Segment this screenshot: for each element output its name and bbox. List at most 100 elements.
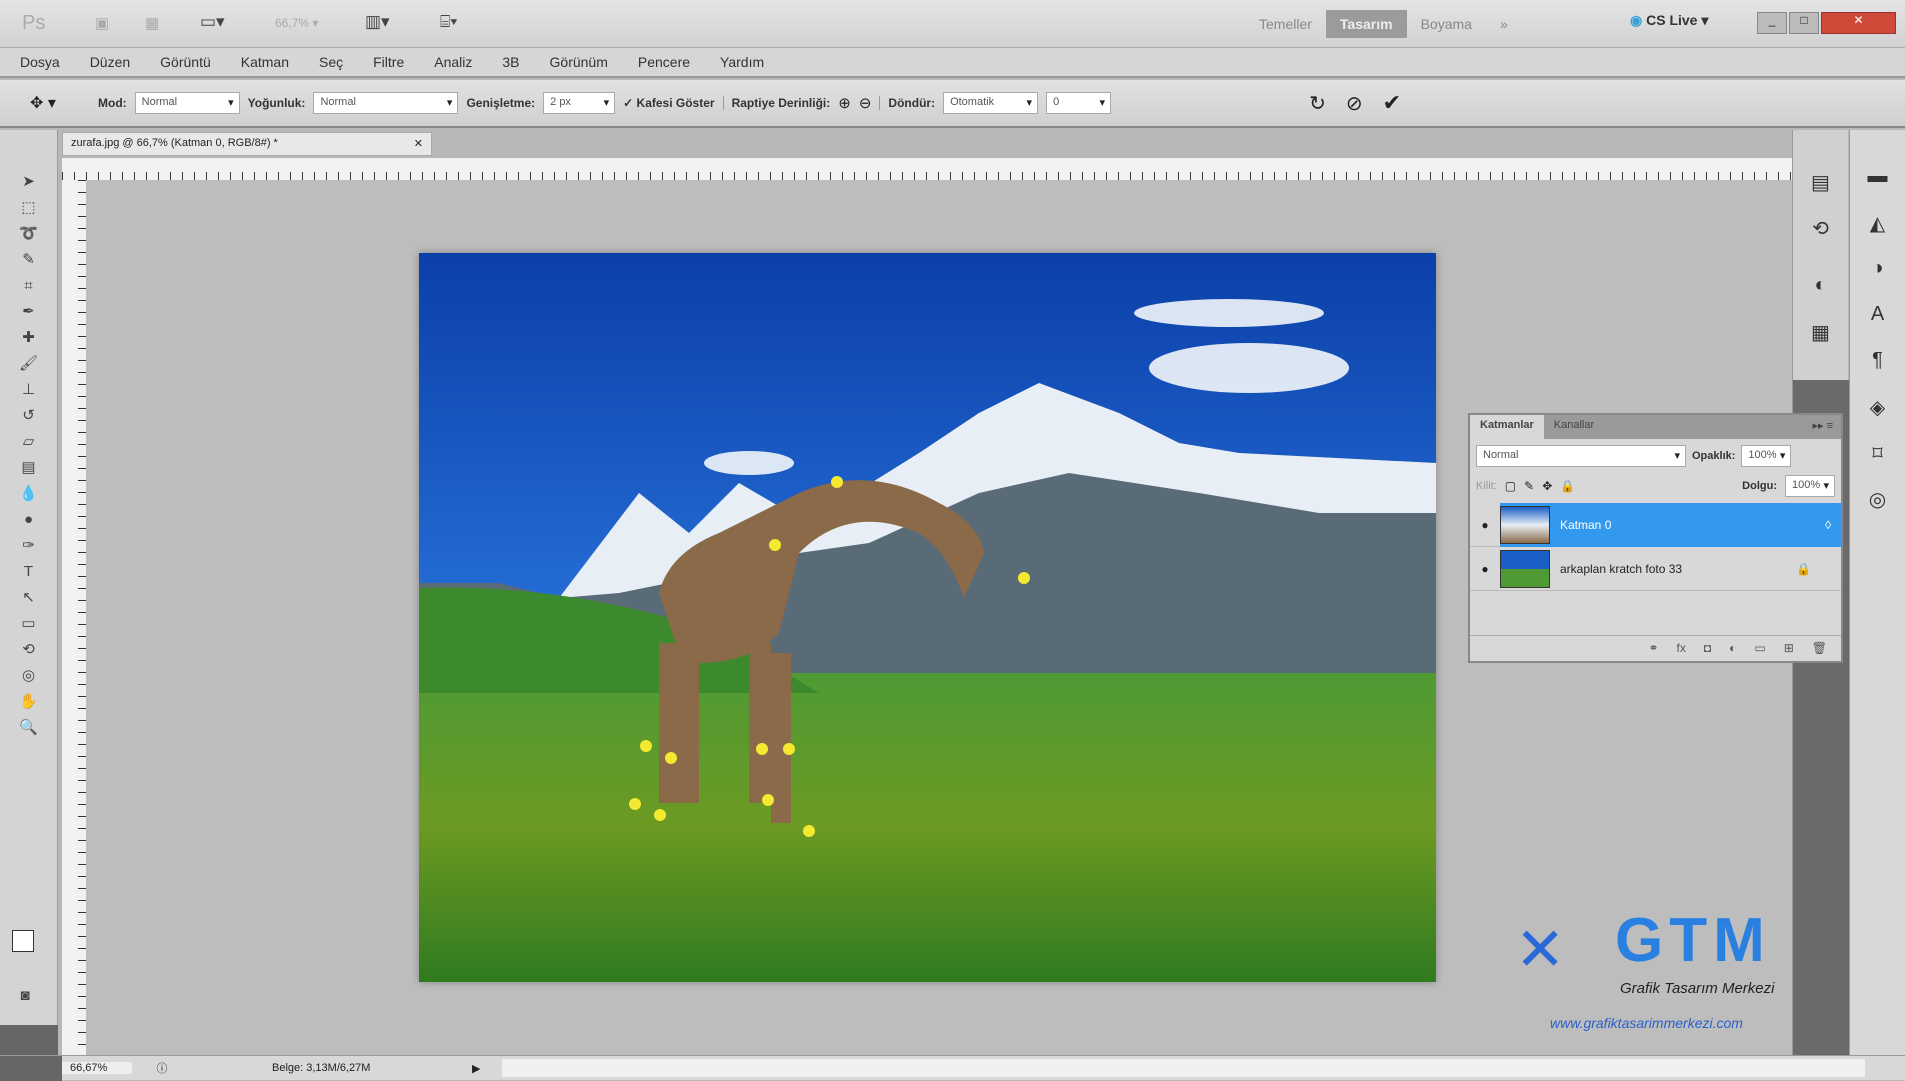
visibility-eye-icon[interactable]: ● [1470, 518, 1500, 532]
eraser-tool-icon[interactable]: ▱ [16, 430, 42, 452]
zoom-tool-icon[interactable]: 🔍 [16, 716, 42, 738]
cs-live-button[interactable]: ◉ CS Live ▾ [1630, 12, 1708, 29]
angle-input[interactable]: 0 [1046, 92, 1112, 114]
gradient-tool-icon[interactable]: ▤ [16, 456, 42, 478]
lock-all-icon[interactable]: 🔒 [1560, 479, 1575, 493]
history-panel-icon[interactable]: ⟲ [1806, 216, 1836, 244]
layer-style-icon[interactable]: fx [1677, 641, 1686, 656]
lock-transparency-icon[interactable]: ▢ [1505, 479, 1516, 493]
document-tab[interactable]: zurafa.jpg @ 66,7% (Katman 0, RGB/8#) * ✕ [62, 132, 432, 156]
add-mask-icon[interactable]: ◘ [1704, 641, 1711, 656]
workspace-design[interactable]: Tasarım [1325, 10, 1407, 38]
dodge-tool-icon[interactable]: ● [16, 508, 42, 530]
new-group-icon[interactable]: ▭ [1754, 641, 1765, 656]
opacity-input[interactable]: 100% [1741, 445, 1792, 467]
close-button[interactable]: ✕ [1821, 12, 1896, 34]
menu-window[interactable]: Pencere [638, 54, 690, 70]
adjustment-layer-icon[interactable]: ◐ [1729, 641, 1736, 656]
workspace-painting[interactable]: Boyama [1407, 10, 1486, 38]
vertical-ruler[interactable] [62, 180, 86, 1055]
panel-menu-icon[interactable]: ▸▸ ≡ [1804, 415, 1841, 439]
hand-tool-icon[interactable]: ✋ [16, 690, 42, 712]
remove-all-pins-icon[interactable]: ↻ [1309, 91, 1326, 116]
lasso-tool-icon[interactable]: ➰ [16, 222, 42, 244]
3d-orbit-tool-icon[interactable]: ◎ [16, 664, 42, 686]
blur-tool-icon[interactable]: 💧 [16, 482, 42, 504]
horizontal-ruler[interactable] [62, 158, 1792, 180]
color-panel-icon[interactable]: ◐ [1806, 274, 1836, 302]
character-panel-icon[interactable]: A [1863, 303, 1893, 331]
delete-layer-icon[interactable]: 🗑 [1812, 641, 1827, 656]
quick-mask-icon[interactable]: ◙ [12, 984, 38, 1006]
close-tab-icon[interactable]: ✕ [414, 137, 423, 151]
adjustments-panel-icon[interactable]: ◭ [1863, 211, 1893, 239]
lock-position-icon[interactable]: ✥ [1542, 479, 1552, 493]
clone-stamp-tool-icon[interactable]: ⊥ [16, 378, 42, 400]
mini-bridge-panel-icon[interactable]: ▤ [1806, 170, 1836, 198]
3d-panel-icon[interactable]: ◎ [1863, 487, 1893, 515]
commit-warp-icon[interactable]: ✔ [1383, 90, 1401, 116]
status-info-icon[interactable]: ⓘ [132, 1060, 192, 1076]
shape-tool-icon[interactable]: ▭ [16, 612, 42, 634]
layer-row[interactable]: ● Katman 0 ◊ [1470, 502, 1841, 547]
visibility-eye-icon[interactable]: ● [1470, 562, 1500, 576]
move-tool-icon[interactable]: ➤ [16, 170, 42, 192]
pin-backward-icon[interactable]: ⊖ [859, 94, 872, 112]
horizontal-scrollbar[interactable] [502, 1059, 1865, 1077]
paragraph-panel-icon[interactable]: ¶ [1863, 349, 1893, 377]
3d-rotate-tool-icon[interactable]: ⟲ [16, 638, 42, 660]
pen-tool-icon[interactable]: ✑ [16, 534, 42, 556]
view-extras-icon[interactable]: ▭▾ [200, 12, 225, 32]
screen-mode-icon[interactable]: ⌸▾ [440, 12, 457, 32]
document-canvas[interactable] [419, 253, 1436, 982]
tab-layers[interactable]: Katmanlar [1470, 415, 1544, 439]
workspace-essentials[interactable]: Temeller [1245, 10, 1326, 38]
crop-tool-icon[interactable]: ⌗ [16, 274, 42, 296]
info-panel-icon[interactable]: ◑ [1863, 257, 1893, 285]
menu-help[interactable]: Yardım [720, 54, 764, 70]
menu-layer[interactable]: Katman [241, 54, 289, 70]
healing-brush-tool-icon[interactable]: ✚ [16, 326, 42, 348]
density-select[interactable]: Normal [313, 92, 459, 114]
menu-view[interactable]: Görünüm [550, 54, 608, 70]
brush-panel-icon[interactable]: ▬ [1863, 165, 1893, 193]
status-menu-arrow[interactable]: ▶ [472, 1062, 502, 1075]
tab-channels[interactable]: Kanallar [1544, 415, 1604, 439]
type-tool-icon[interactable]: T [16, 560, 42, 582]
show-mesh-checkbox[interactable]: ✓ Kafesi Göster [623, 96, 714, 110]
more-workspaces-button[interactable]: » [1486, 10, 1522, 38]
foreground-color-swatch[interactable] [12, 930, 34, 952]
marquee-tool-icon[interactable]: ⬚ [16, 196, 42, 218]
fill-input[interactable]: 100% [1785, 475, 1835, 497]
maximize-button[interactable]: □ [1789, 12, 1819, 34]
link-layers-icon[interactable]: ⚭ [1648, 641, 1658, 656]
puppet-warp-tool-icon[interactable]: ✥ ▾ [30, 93, 90, 113]
menu-file[interactable]: Dosya [20, 54, 60, 70]
bridge-icon[interactable]: ▣ [95, 14, 109, 32]
new-layer-icon[interactable]: ⊞ [1784, 641, 1794, 656]
eyedropper-tool-icon[interactable]: ✒ [16, 300, 42, 322]
mini-bridge-icon[interactable]: ▦ [145, 14, 159, 32]
brush-tool-icon[interactable]: 🖌 [16, 352, 42, 374]
minimize-button[interactable]: _ [1757, 12, 1787, 34]
menu-filter[interactable]: Filtre [373, 54, 404, 70]
menu-edit[interactable]: Düzen [90, 54, 130, 70]
zoom-level-select[interactable]: 66,7% ▾ [275, 16, 318, 30]
rotate-select[interactable]: Otomatik [943, 92, 1039, 114]
layers-panel-icon[interactable]: ◈ [1863, 395, 1893, 423]
quick-select-tool-icon[interactable]: ✎ [16, 248, 42, 270]
expansion-input[interactable]: 2 px [543, 92, 616, 114]
mode-select[interactable]: Normal [134, 92, 240, 114]
menu-analysis[interactable]: Analiz [434, 54, 472, 70]
paths-panel-icon[interactable]: ⌑ [1863, 441, 1893, 469]
lock-pixels-icon[interactable]: ✎ [1524, 479, 1534, 493]
menu-select[interactable]: Seç [319, 54, 343, 70]
arrange-documents-icon[interactable]: ▥▾ [365, 12, 390, 32]
history-brush-tool-icon[interactable]: ↺ [16, 404, 42, 426]
cancel-warp-icon[interactable]: ⊘ [1346, 91, 1363, 116]
menu-3d[interactable]: 3B [502, 54, 519, 70]
pin-forward-icon[interactable]: ⊕ [838, 94, 851, 112]
zoom-field[interactable]: 66,67% [62, 1062, 132, 1074]
swatches-panel-icon[interactable]: ▦ [1806, 320, 1836, 348]
blend-mode-select[interactable]: Normal [1476, 445, 1686, 467]
